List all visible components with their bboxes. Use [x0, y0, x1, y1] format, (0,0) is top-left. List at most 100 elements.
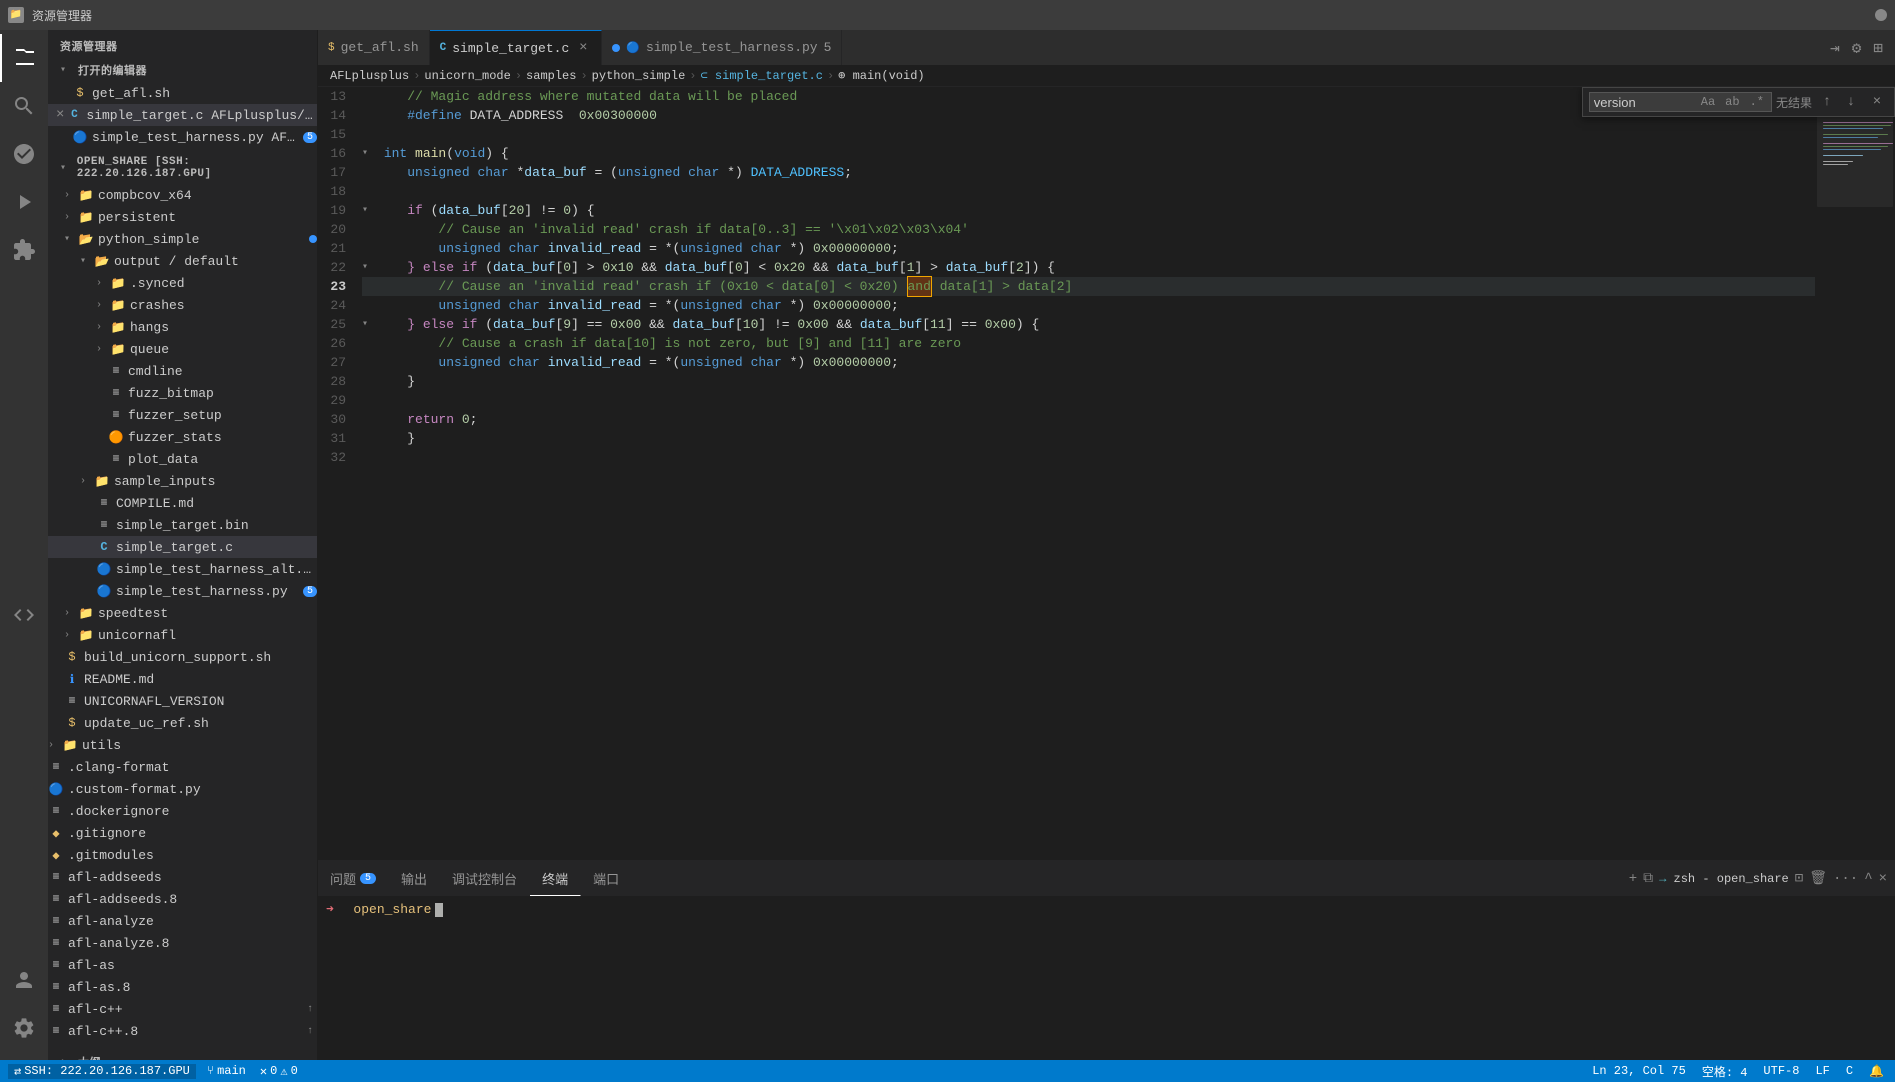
tree-item-cmdline[interactable]: ≡ cmdline: [48, 360, 317, 382]
code-editor[interactable]: 13 14 15 16 17 18 19 20 21 22 23 24: [318, 87, 1815, 860]
tree-item-afl-as[interactable]: ≡ afl-as: [48, 954, 317, 976]
next-match-button[interactable]: ↓: [1840, 91, 1862, 113]
activity-item-account[interactable]: [0, 956, 48, 1004]
tree-item-crashes[interactable]: › 📁 crashes: [48, 294, 317, 316]
status-ssh[interactable]: ⇄ SSH: 222.20.126.187.GPU: [8, 1064, 196, 1079]
tree-item-simple-target-c[interactable]: C simple_target.c: [48, 536, 317, 558]
status-errors[interactable]: ✕ 0 ⚠ 0: [257, 1064, 301, 1079]
tree-item-custom-format[interactable]: 🔵 .custom-format.py: [48, 778, 317, 800]
panel-tab-issues[interactable]: 问题 5: [318, 861, 389, 896]
panel-tab-ports[interactable]: 端口: [581, 861, 632, 896]
status-encoding[interactable]: UTF-8: [1760, 1064, 1802, 1078]
breadcrumb-part-1[interactable]: AFLplusplus: [330, 69, 409, 83]
tree-item-fuzz-bitmap[interactable]: ≡ fuzz_bitmap: [48, 382, 317, 404]
panel-tab-output[interactable]: 输出: [389, 861, 440, 896]
tree-item-simple-target-bin[interactable]: ≡ simple_target.bin: [48, 514, 317, 536]
more-actions-button[interactable]: ⚙: [1848, 36, 1866, 60]
tree-item-afl-addseeds[interactable]: ≡ afl-addseeds: [48, 866, 317, 888]
case-sensitive-button[interactable]: Aa: [1698, 94, 1718, 110]
breadcrumb-part-5[interactable]: ⊂ simple_target.c: [701, 68, 823, 83]
tree-item-hangs[interactable]: › 📁 hangs: [48, 316, 317, 338]
close-panel-button[interactable]: ×: [1879, 871, 1887, 887]
layout-panel-button[interactable]: ⊡: [1795, 870, 1803, 887]
search-close-button[interactable]: ×: [1866, 91, 1888, 113]
panel-tab-debug[interactable]: 调试控制台: [440, 861, 530, 896]
tree-item-unicornafl[interactable]: › 📁 unicornafl: [48, 624, 317, 646]
layout-button[interactable]: ⊞: [1869, 36, 1887, 60]
tree-item-gitmodules[interactable]: ◆ .gitmodules: [48, 844, 317, 866]
tree-item-afl-as-8[interactable]: ≡ afl-as.8: [48, 976, 317, 998]
tree-item-persistent[interactable]: › 📁 persistent: [48, 206, 317, 228]
tree-item-fuzzer-stats[interactable]: 🟠 fuzzer_stats: [48, 426, 317, 448]
tree-item-queue[interactable]: › 📁 queue: [48, 338, 317, 360]
tree-item-unicornafl-version[interactable]: ≡ UNICORNAFL_VERSION: [48, 690, 317, 712]
open-editors-section[interactable]: ▾ 打开的编辑器: [48, 58, 317, 82]
activity-item-extensions[interactable]: [0, 226, 48, 274]
outline-section[interactable]: › 大纲: [48, 1050, 317, 1060]
status-spaces[interactable]: 空格: 4: [1699, 1063, 1751, 1080]
tree-item-build-unicorn[interactable]: $ build_unicorn_support.sh: [48, 646, 317, 668]
activity-item-files[interactable]: [0, 34, 48, 82]
open-file-get-afl[interactable]: $ get_afl.sh: [48, 82, 317, 104]
breadcrumb-part-2[interactable]: unicorn_mode: [424, 69, 510, 83]
tree-item-python-simple[interactable]: ▾ 📂 python_simple: [48, 228, 317, 250]
tree-item-test-harness-alt[interactable]: 🔵 simple_test_harness_alt.py: [48, 558, 317, 580]
tree-item-afl-analyze-8[interactable]: ≡ afl-analyze.8: [48, 932, 317, 954]
tab-badge: 5: [824, 40, 832, 55]
tree-item-sample-inputs[interactable]: › 📁 sample_inputs: [48, 470, 317, 492]
tree-item-clang-format[interactable]: ≡ .clang-format: [48, 756, 317, 778]
close-icon[interactable]: ×: [56, 107, 64, 123]
new-terminal-button[interactable]: +: [1629, 871, 1637, 887]
regex-button[interactable]: .*: [1747, 94, 1767, 110]
tree-item-speedtest[interactable]: › 📁 speedtest: [48, 602, 317, 624]
root-folder[interactable]: ▾ OPEN_SHARE [SSH: 222.20.126.187.GPU]: [48, 152, 317, 184]
title-bar-dots[interactable]: [1875, 9, 1887, 21]
tree-item-utils[interactable]: › 📁 utils: [48, 734, 317, 756]
tab-simple-target[interactable]: C simple_target.c ×: [430, 30, 603, 65]
status-position[interactable]: Ln 23, Col 75: [1589, 1064, 1689, 1078]
tree-item-output[interactable]: ▾ 📂 output / default: [48, 250, 317, 272]
code-line-31: }: [362, 429, 1815, 448]
tree-item-test-harness-py[interactable]: 🔵 simple_test_harness.py 5: [48, 580, 317, 602]
activity-item-remote[interactable]: [0, 591, 48, 639]
open-file-simple-target[interactable]: × C simple_target.c AFLplusplus/unicorn_…: [48, 104, 317, 126]
tree-item-compbcov[interactable]: › 📁 compbcov_x64: [48, 184, 317, 206]
tree-item-afl-analyze[interactable]: ≡ afl-analyze: [48, 910, 317, 932]
tab-test-harness[interactable]: 🔵 simple_test_harness.py 5: [602, 30, 842, 65]
more-terminal-button[interactable]: ···: [1833, 871, 1858, 887]
panel-tab-terminal[interactable]: 终端: [530, 861, 581, 896]
whole-word-button[interactable]: ab: [1722, 94, 1742, 110]
maximize-panel-button[interactable]: ^: [1864, 871, 1872, 887]
tab-get-afl[interactable]: $ get_afl.sh: [318, 30, 430, 65]
tab-close-button[interactable]: ×: [575, 40, 591, 56]
open-file-test-harness[interactable]: 🔵 simple_test_harness.py AFLplusplus/u..…: [48, 126, 317, 148]
status-branch[interactable]: ⑂ main: [204, 1064, 249, 1078]
tree-item-synced[interactable]: › 📁 .synced: [48, 272, 317, 294]
tree-item-update-uc[interactable]: $ update_uc_ref.sh: [48, 712, 317, 734]
tree-item-afl-cpp[interactable]: ≡ afl-c++ ↑: [48, 998, 317, 1020]
tree-item-afl-addseeds-8[interactable]: ≡ afl-addseeds.8: [48, 888, 317, 910]
prev-match-button[interactable]: ↑: [1816, 91, 1838, 113]
split-editor-button[interactable]: ⇥: [1826, 36, 1844, 60]
status-feedback[interactable]: 🔔: [1866, 1064, 1887, 1079]
tree-item-fuzzer-setup[interactable]: ≡ fuzzer_setup: [48, 404, 317, 426]
status-language[interactable]: C: [1843, 1064, 1856, 1078]
breadcrumb-part-3[interactable]: samples: [526, 69, 576, 83]
activity-item-search[interactable]: [0, 82, 48, 130]
breadcrumb-part-6[interactable]: ⊕ main(void): [838, 68, 924, 83]
status-line-ending[interactable]: LF: [1812, 1064, 1832, 1078]
tree-item-gitignore[interactable]: ◆ .gitignore: [48, 822, 317, 844]
activity-item-git[interactable]: [0, 130, 48, 178]
tree-item-plot-data[interactable]: ≡ plot_data: [48, 448, 317, 470]
tree-item-afl-cpp-8[interactable]: ≡ afl-c++.8 ↑: [48, 1020, 317, 1042]
tree-item-readme[interactable]: ℹ README.md: [48, 668, 317, 690]
split-terminal-button[interactable]: ⧉: [1643, 871, 1653, 887]
find-input[interactable]: [1594, 95, 1694, 110]
feedback-icon: 🔔: [1869, 1064, 1884, 1079]
activity-item-settings[interactable]: [0, 1004, 48, 1052]
breadcrumb-part-4[interactable]: python_simple: [592, 69, 686, 83]
trash-terminal-button[interactable]: 🗑: [1809, 870, 1827, 887]
tree-item-dockerignore[interactable]: ≡ .dockerignore: [48, 800, 317, 822]
activity-item-run[interactable]: [0, 178, 48, 226]
tree-item-compile-md[interactable]: ≡ COMPILE.md: [48, 492, 317, 514]
